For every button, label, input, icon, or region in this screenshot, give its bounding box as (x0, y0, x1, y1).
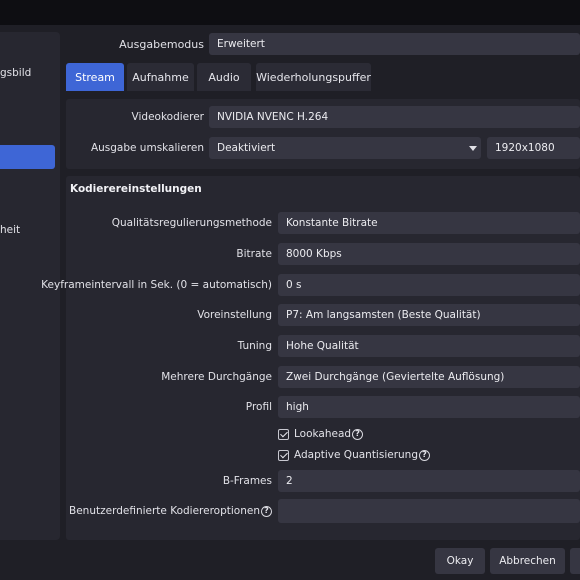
rate-control-select[interactable]: Konstante Bitrate (278, 212, 580, 234)
custom-options-label-wrap: Benutzerdefinierte Kodiereroptionen ? (69, 505, 272, 517)
sidebar-item-selected[interactable] (0, 145, 55, 169)
rescale-select[interactable]: Deaktiviert (209, 137, 481, 159)
bframes-label: B-Frames (222, 475, 272, 487)
keyframe-field[interactable]: 0 s (278, 274, 580, 296)
ok-button[interactable]: Okay (435, 548, 485, 574)
sidebar-item-accessibility[interactable]: heit (0, 224, 20, 236)
bframes-field[interactable]: 2 (278, 470, 580, 492)
tab-replay-buffer[interactable]: Wiederholungspuffer (256, 63, 371, 91)
help-icon[interactable]: ? (352, 428, 364, 440)
preset-select[interactable]: P7: Am langsamsten (Beste Qualität) (278, 304, 580, 326)
tab-stream[interactable]: Stream (66, 63, 124, 91)
multipass-select[interactable]: Zwei Durchgänge (Geviertelte Auflösung) (278, 366, 580, 388)
preset-label: Voreinstellung (197, 309, 272, 321)
adaptive-quant-checkbox[interactable] (278, 449, 289, 461)
adaptive-quant-label: Adaptive Quantisierung (294, 449, 418, 461)
rescale-resolution-field[interactable]: 1920x1080 (487, 137, 580, 159)
help-icon[interactable]: ? (419, 449, 430, 461)
tuning-select[interactable]: Hohe Qualität (278, 335, 580, 357)
lookahead-row[interactable]: Lookahead ? (278, 426, 364, 442)
custom-options-label: Benutzerdefinierte Kodiereroptionen (69, 505, 260, 517)
tuning-label: Tuning (237, 340, 272, 352)
lookahead-label: Lookahead (294, 428, 352, 440)
encoder-settings-title: Kodierereinstellungen (70, 183, 202, 195)
encoder-label: Videokodierer (131, 111, 204, 123)
output-mode-label: Ausgabemodus (119, 38, 204, 51)
tab-recording[interactable]: Aufnahme (127, 63, 194, 91)
encoder-select[interactable]: NVIDIA NVENC H.264 (209, 106, 580, 128)
chevron-down-icon (469, 146, 477, 151)
custom-options-field[interactable] (278, 499, 580, 523)
multipass-label: Mehrere Durchgänge (161, 371, 272, 383)
title-bar (0, 0, 580, 25)
sidebar-item-output-image[interactable]: gsbild (0, 67, 31, 79)
adaptive-quant-row[interactable]: Adaptive Quantisierung ? (278, 447, 430, 463)
profile-label: Profil (245, 401, 272, 413)
keyframe-label: Keyframeintervall in Sek. (0 = automatis… (41, 279, 272, 291)
cancel-button[interactable]: Abbrechen (490, 548, 565, 574)
bitrate-label: Bitrate (236, 248, 272, 260)
bitrate-field[interactable]: 8000 Kbps (278, 243, 580, 265)
tab-audio[interactable]: Audio (197, 63, 251, 91)
rate-control-label: Qualitätsregulierungsmethode (111, 217, 272, 229)
lookahead-checkbox[interactable] (278, 428, 289, 440)
help-icon[interactable]: ? (261, 505, 272, 517)
output-mode-select[interactable]: Erweitert (209, 33, 580, 55)
profile-select[interactable]: high (278, 396, 580, 418)
rescale-label: Ausgabe umskalieren (90, 142, 204, 154)
apply-button[interactable] (570, 548, 580, 574)
